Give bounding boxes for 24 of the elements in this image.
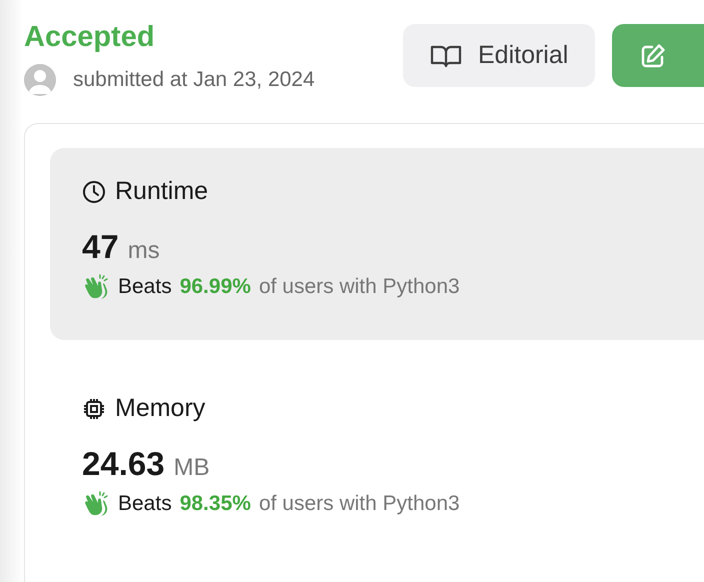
status-title: Accepted xyxy=(24,20,156,55)
book-icon xyxy=(430,44,462,68)
percentile-value: 98.35% xyxy=(180,492,251,516)
comparison-text: of users with Python3 xyxy=(258,492,460,516)
beats-label: Beats xyxy=(118,492,172,516)
avatar-icon xyxy=(24,64,56,96)
clock-icon xyxy=(82,180,106,204)
submission-time: submitted at Jan 23, 2024 xyxy=(73,68,315,92)
metric-unit: ms xyxy=(128,237,160,265)
beats-label: Beats xyxy=(118,275,172,299)
metric-value: 47 xyxy=(82,228,119,266)
clapping-hands-icon xyxy=(82,274,110,300)
metric-unit: MB xyxy=(174,454,210,482)
editorial-button[interactable]: Editorial xyxy=(403,24,596,87)
metric-value: 24.63 xyxy=(82,445,165,483)
comparison-text: of users with Python3 xyxy=(258,275,460,299)
clapping-hands-icon xyxy=(82,491,110,517)
metric-title: Runtime xyxy=(115,177,208,206)
edit-icon xyxy=(640,42,666,68)
edit-button[interactable] xyxy=(612,24,704,87)
metric-title: Memory xyxy=(115,394,206,423)
chip-icon xyxy=(82,396,106,420)
metric-panel[interactable]: Runtime 47 ms Beats 96.99% of users with Python3 xyxy=(50,148,704,340)
percentile-value: 96.99% xyxy=(180,275,251,299)
